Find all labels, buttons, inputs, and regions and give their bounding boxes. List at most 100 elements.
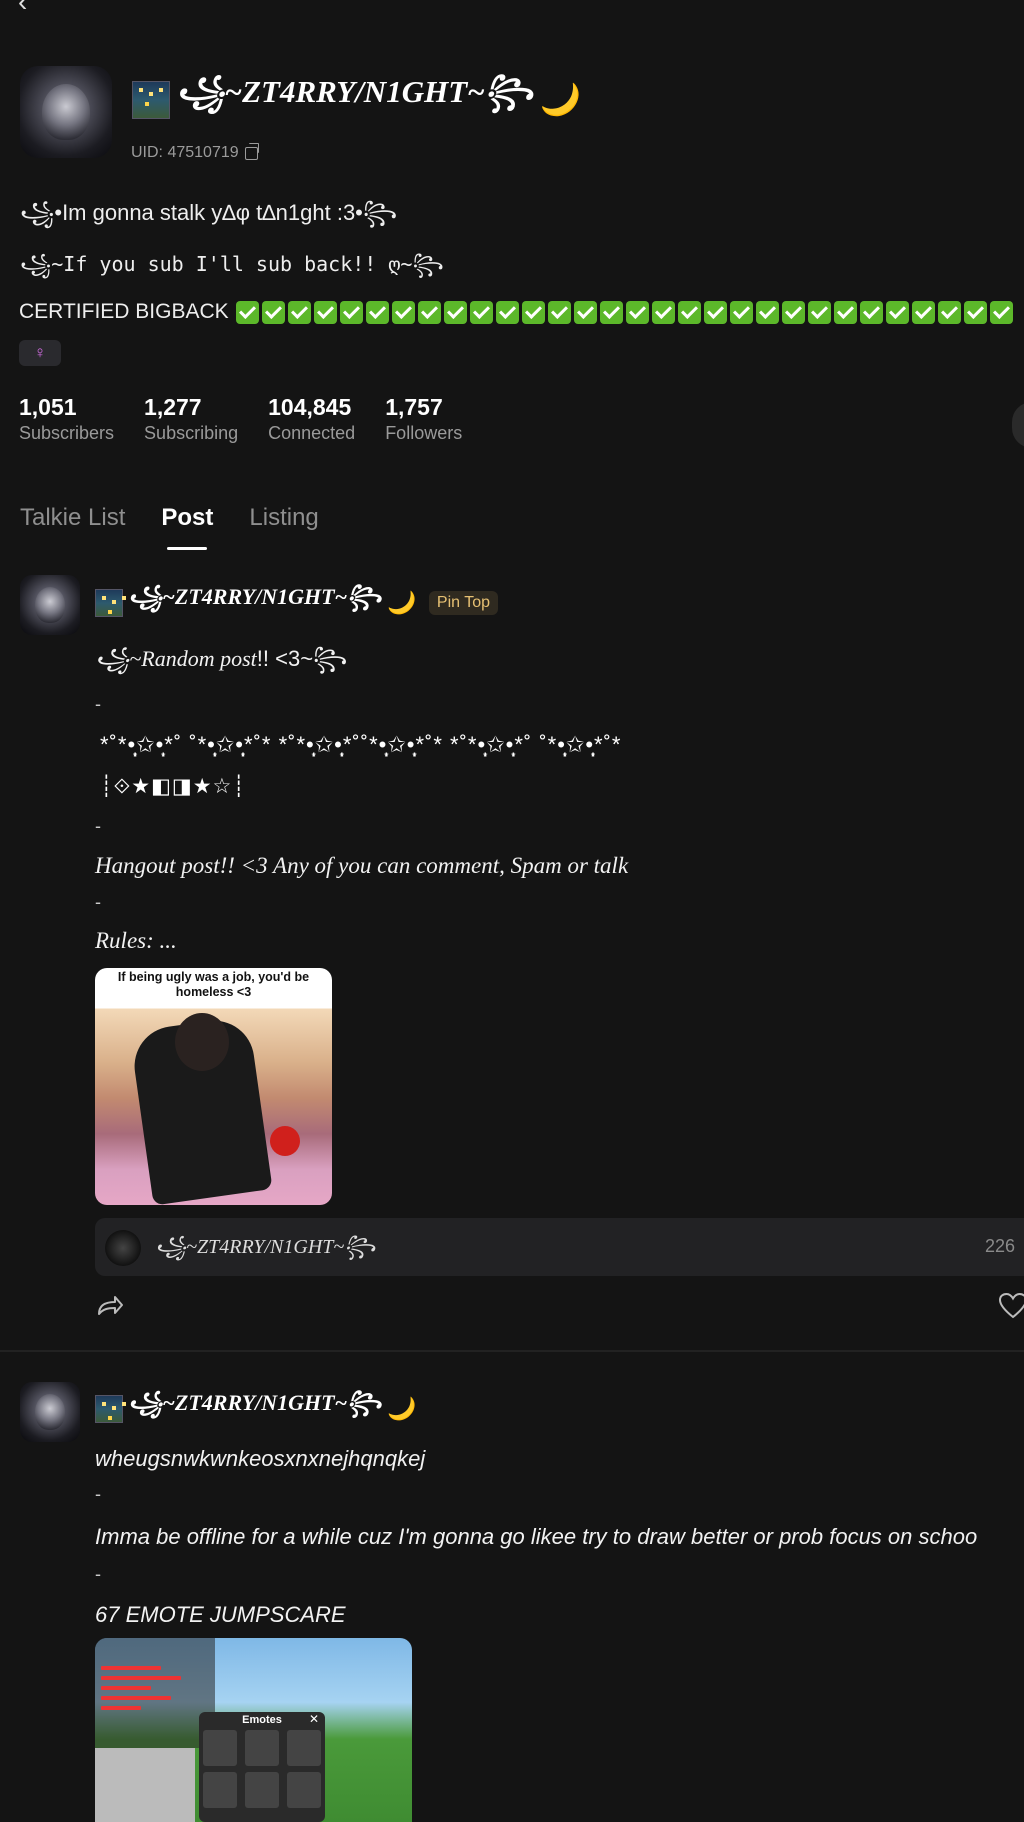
chat-line [101,1666,161,1670]
stats-row: 1,051 Subscribers 1,277 Subscribing 104,… [19,394,492,444]
city-night-emoji-icon [95,588,123,617]
chat-line [101,1686,151,1690]
game-emotes-window: Emotes ✕ [199,1712,325,1822]
checkmark-emoji-icon [417,300,441,324]
post-hangout-text: Hangout post!! <3 Any of you can comment… [95,853,629,878]
checkmark-emoji-icon [235,300,259,324]
post-rules-text: Rules: ... [95,928,177,953]
checkmark-emoji-icon [469,300,493,324]
gender-badge: ♀ [19,340,61,366]
checkmark-emoji-icon [677,300,701,324]
post-author-name: ꧁~ZT4RRY/N1GHT~꧂ 🌙 [95,1386,414,1431]
checkmark-emoji-icon [989,300,1013,324]
linked-character-name: ꧁~ZT4RRY/N1GHT~꧂ [155,1236,376,1258]
stat-value: 1,277 [144,394,202,420]
stat-label: Subscribers [19,423,115,443]
dash-separator: - [95,1484,101,1504]
checkmark-emoji-icon [573,300,597,324]
stat-label: Followers [385,423,463,443]
emote-cell [287,1730,321,1766]
post-text-line: wheugsnwkwnkeosxnxnejhqnqkej [95,1446,426,1471]
checkmark-emoji-icon [339,300,363,324]
emotes-close-icon: ✕ [308,1712,319,1726]
decor-symbols-line: ┊⟐★◧◨★☆┊ [100,775,246,798]
bio-line-2: ꧁~If you sub I'll sub back!! ღ~꧂ [20,252,444,276]
share-icon[interactable] [95,1292,125,1320]
checkmark-emoji-icon [833,300,857,324]
stat-followers[interactable]: 1,757 Followers [385,394,462,444]
checkmark-emoji-icon [391,300,415,324]
checkmark-emoji-icon [625,300,649,324]
bio-line-3-text: CERTIFIED BIGBACK [19,300,229,323]
checkmark-emoji-icon [521,300,545,324]
checkmark-emoji-icon [703,300,727,324]
tab-listing[interactable]: Listing [249,504,318,532]
stat-label: Subscribing [144,423,239,443]
city-night-emoji-icon [132,80,170,119]
post-divider [0,1350,1024,1352]
post-meme-image[interactable]: If being ugly was a job, you'd be homele… [95,968,332,1205]
stat-value: 1,757 [385,394,443,420]
emote-cell [203,1772,237,1808]
checkmark-emoji-icon [729,300,753,324]
stat-subscribers[interactable]: 1,051 Subscribers [19,394,114,444]
checkmark-emoji-icon [807,300,831,324]
heart-icon[interactable] [998,1292,1024,1320]
checkmark-emoji-icon [261,300,285,324]
moon-emoji-icon: 🌙 [386,589,414,615]
stat-label: Connected [268,423,356,443]
post-game-screenshot[interactable]: Emotes ✕ [95,1638,412,1822]
tab-post[interactable]: Post [161,504,213,532]
post-author-avatar[interactable] [20,575,80,635]
dash-separator: - [95,816,101,836]
meme-rose [270,1126,300,1156]
post-title: ꧁~Random post!! <3~꧂ [95,642,347,687]
profile-avatar[interactable] [20,66,112,158]
profile-username: ꧁~ZT4RRY/N1GHT~꧂ 🌙 [132,68,578,131]
checkmark-emoji-icon [885,300,909,324]
stat-subscribing[interactable]: 1,277 Subscribing [144,394,238,444]
post-title-script: ꧁~Random post [95,646,257,671]
stat-connected[interactable]: 104,845 Connected [268,394,355,444]
bio-line-3: CERTIFIED BIGBACK [19,300,1013,324]
emotes-title: Emotes [242,1714,282,1726]
copy-icon[interactable] [244,142,259,160]
uid-row[interactable]: UID: 47510719 [131,142,259,162]
post-author-text: ꧁~ZT4RRY/N1GHT~꧂ [128,584,382,609]
checkmark-emoji-icon [755,300,779,324]
linked-character-avatar [105,1230,141,1266]
moon-emoji-icon: 🌙 [539,82,578,117]
checkmark-emoji-icon [287,300,311,324]
checkmark-emoji-icon [547,300,571,324]
linked-character-count: 226 [984,1236,1015,1256]
decor-stars-line: *˚*•̩̩͙✩•̩̩͙*˚ ˚*•̩̩͙✩•̩̩͙*˚* *˚*•̩̩͙✩•̩… [100,732,622,757]
checkmark-row [233,300,1013,324]
side-action-button[interactable] [1012,402,1024,448]
checkmark-emoji-icon [313,300,337,324]
dash-separator: - [95,1564,101,1584]
dash-separator: - [95,694,101,714]
checkmark-emoji-icon [495,300,519,324]
back-arrow-icon[interactable]: ‹ [18,0,27,18]
emote-cell [287,1772,321,1808]
game-road [95,1748,195,1822]
checkmark-emoji-icon [365,300,389,324]
emote-cell [245,1772,279,1808]
checkmark-emoji-icon [963,300,987,324]
chat-line [101,1706,141,1710]
profile-tabs: Talkie List Post Listing [20,504,355,532]
post-author-text: ꧁~ZT4RRY/N1GHT~꧂ [128,1390,382,1415]
post-text-line: Imma be offline for a while cuz I'm gonn… [95,1524,978,1549]
chat-line [101,1696,171,1700]
post-title-rest: !! <3~꧂ [256,646,348,671]
game-chat-panel [95,1638,215,1748]
checkmark-emoji-icon [443,300,467,324]
checkmark-emoji-icon [911,300,935,324]
tab-talkie-list[interactable]: Talkie List [20,504,125,532]
moon-emoji-icon: 🌙 [386,1395,414,1421]
post-author-avatar[interactable] [20,1382,80,1442]
linked-character-bar[interactable]: ꧁~ZT4RRY/N1GHT~꧂ 226 [95,1218,1024,1276]
uid-text: UID: 47510719 [131,144,239,161]
emote-cell [203,1730,237,1766]
checkmark-emoji-icon [781,300,805,324]
